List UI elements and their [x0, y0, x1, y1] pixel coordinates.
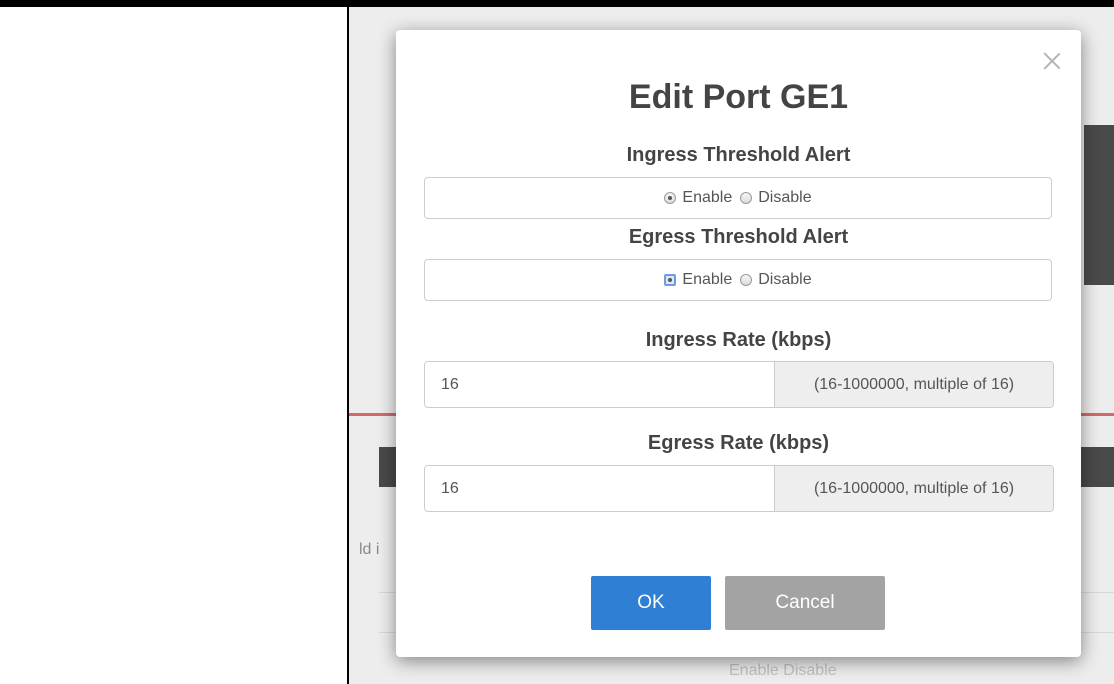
egress-rate-input[interactable]	[425, 466, 774, 511]
ingress-enable-label: Enable	[682, 189, 733, 206]
egress-alert-enable-option[interactable]: Enable	[664, 271, 732, 289]
egress-alert-disable-option[interactable]: Disable	[740, 271, 812, 289]
ingress-rate-input[interactable]	[425, 362, 774, 407]
ingress-alert-enable-option[interactable]: Enable	[664, 189, 732, 207]
egress-alert-label: Egress Threshold Alert	[628, 226, 849, 248]
ingress-enable-radio[interactable]	[664, 192, 677, 204]
egress-rate-hint: (16-1000000, multiple of 16)	[774, 466, 1053, 511]
left-panel	[0, 7, 347, 684]
ingress-alert-label: Ingress Threshold Alert	[626, 144, 851, 166]
egress-rate-label: Egress Rate (kbps)	[647, 432, 830, 454]
ingress-alert-radio-group: Enable Disable	[424, 177, 1052, 219]
close-icon[interactable]	[1041, 50, 1063, 72]
ok-button[interactable]: OK	[591, 576, 711, 630]
cancel-button[interactable]: Cancel	[725, 576, 885, 630]
background-partial-radio-text: Enable Disable	[729, 662, 837, 679]
egress-alert-radio-group: Enable Disable	[424, 259, 1052, 301]
ingress-disable-radio[interactable]	[740, 192, 753, 204]
ingress-disable-label: Disable	[758, 189, 812, 206]
edit-port-modal: Edit Port GE1 Ingress Threshold Alert En…	[396, 30, 1081, 657]
background-dark-panel	[1084, 125, 1114, 285]
egress-disable-label: Disable	[758, 271, 812, 288]
ingress-rate-label: Ingress Rate (kbps)	[645, 329, 832, 351]
egress-enable-label: Enable	[682, 271, 733, 288]
top-border	[0, 0, 1114, 7]
background-partial-text: ld i	[359, 541, 380, 558]
egress-disable-radio[interactable]	[740, 274, 753, 286]
modal-title: Edit Port GE1	[628, 78, 849, 116]
ingress-alert-disable-option[interactable]: Disable	[740, 189, 812, 207]
egress-rate-group: (16-1000000, multiple of 16)	[424, 465, 1054, 512]
ingress-rate-group: (16-1000000, multiple of 16)	[424, 361, 1054, 408]
egress-enable-radio[interactable]	[664, 274, 677, 286]
ingress-rate-hint: (16-1000000, multiple of 16)	[774, 362, 1053, 407]
